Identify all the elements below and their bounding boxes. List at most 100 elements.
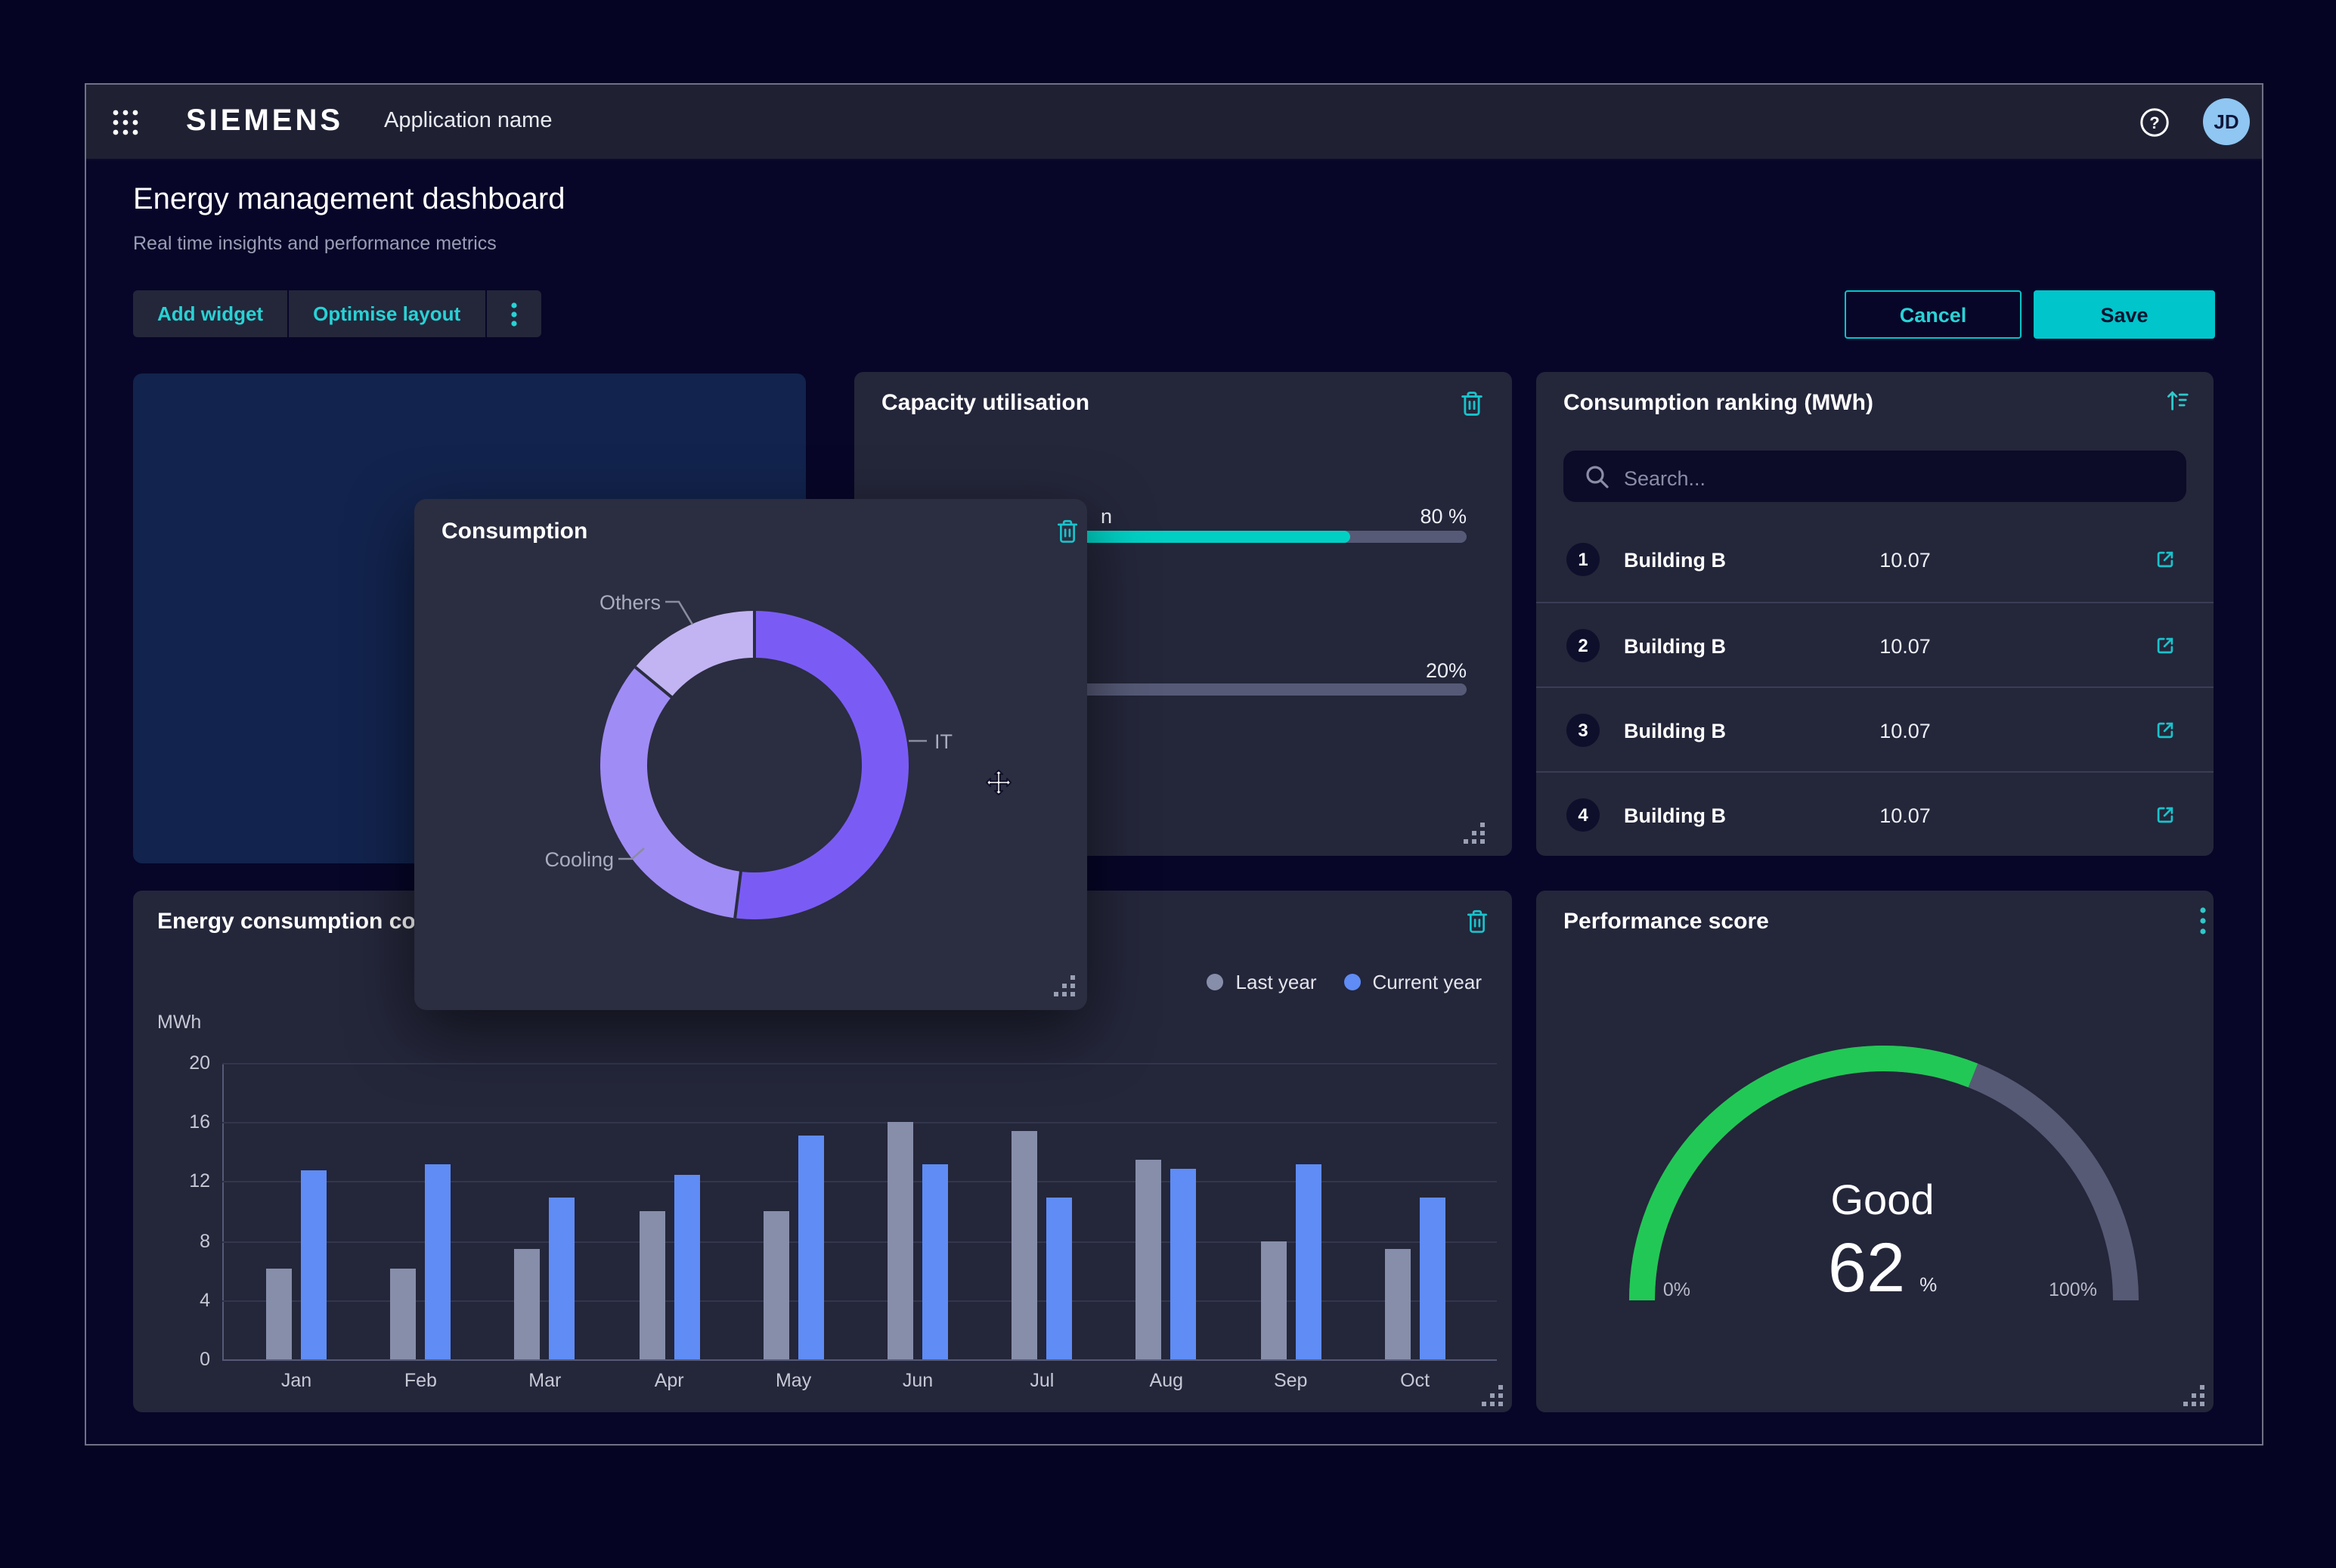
consumption-value: 10.07 — [1814, 549, 1996, 572]
rank-badge: 1 — [1566, 543, 1600, 576]
x-tick-label: Sep — [1245, 1370, 1336, 1391]
y-tick-label: 12 — [165, 1171, 210, 1192]
bar — [888, 1122, 913, 1359]
x-tick-label: Oct — [1370, 1370, 1461, 1391]
resize-handle[interactable] — [2183, 1385, 2204, 1406]
app-bar: SIEMENS Application name ? JD — [86, 85, 2262, 160]
x-tick-label: Aug — [1121, 1370, 1212, 1391]
resize-handle[interactable] — [1464, 823, 1485, 844]
consumption-value: 10.07 — [1814, 720, 1996, 742]
bar — [1171, 1168, 1197, 1359]
rank-badge: 4 — [1566, 798, 1600, 832]
x-axis-line — [222, 1359, 1497, 1361]
progress-label-fragment: n — [1101, 505, 1122, 528]
gauge-unit: % — [1919, 1273, 1937, 1296]
y-axis-line — [222, 1063, 224, 1359]
bar — [1260, 1241, 1286, 1359]
donut-label-others: Others — [537, 591, 661, 614]
x-tick-label: Jun — [872, 1370, 963, 1391]
x-tick-label: Feb — [375, 1370, 466, 1391]
optimise-layout-button[interactable]: Optimise layout — [289, 290, 486, 337]
x-tick-label: Jul — [996, 1370, 1087, 1391]
save-button[interactable]: Save — [2034, 290, 2215, 339]
y-tick-label: 4 — [165, 1290, 210, 1311]
building-name: Building B — [1624, 549, 1726, 572]
external-link-icon[interactable] — [2153, 634, 2177, 658]
bar — [1136, 1159, 1162, 1359]
widget-title: Capacity utilisation — [881, 390, 1089, 416]
bar — [1420, 1198, 1445, 1359]
bar — [798, 1136, 824, 1359]
cancel-button[interactable]: Cancel — [1845, 290, 2022, 339]
sort-icon[interactable] — [2162, 387, 2189, 414]
donut-label-cooling: Cooling — [522, 848, 614, 871]
dashboard-screen: SIEMENS Application name ? JD Energy man… — [0, 0, 2336, 1568]
avatar[interactable]: JD — [2203, 98, 2250, 145]
bar — [515, 1248, 541, 1359]
rank-badge: 2 — [1566, 629, 1600, 662]
bar — [425, 1164, 451, 1359]
application-name: Application name — [384, 109, 553, 133]
add-widget-button[interactable]: Add widget — [133, 290, 289, 337]
consumption-widget-dragging[interactable]: Consumption Others IT Cooling — [414, 499, 1087, 1010]
bar — [764, 1211, 789, 1359]
external-link-icon[interactable] — [2153, 547, 2177, 572]
bar — [301, 1170, 327, 1359]
gridline — [222, 1122, 1497, 1123]
kebab-icon — [501, 300, 525, 327]
resize-handle[interactable] — [1482, 1385, 1503, 1406]
table-row: 3 Building B 10.07 — [1536, 686, 2214, 773]
donut-label-it: IT — [934, 730, 953, 753]
progress-value: 80 % — [1285, 505, 1467, 528]
ranking-list: 1 Building B 10.07 2 Building B 10.07 3 Buildin… — [1536, 517, 2214, 856]
widget-title: Consumption ranking (MWh) — [1563, 390, 1873, 416]
building-name: Building B — [1624, 804, 1726, 827]
page-subtitle: Real time insights and performance metri… — [133, 233, 497, 254]
dashboard-toolbar: Add widget Optimise layout — [133, 290, 541, 337]
performance-score-widget: Performance score 0% 100% Good 62 % — [1536, 891, 2214, 1412]
siemens-logo: SIEMENS — [186, 104, 343, 139]
gauge-chart — [1536, 891, 2214, 1412]
gauge-value: 62 % — [1709, 1226, 2056, 1308]
external-link-icon[interactable] — [2153, 718, 2177, 742]
resize-handle[interactable] — [1054, 975, 1075, 996]
building-name: Building B — [1624, 720, 1726, 742]
consumption-value: 10.07 — [1814, 804, 1996, 827]
y-axis-unit: MWh — [157, 1012, 203, 1033]
bar — [1295, 1164, 1321, 1359]
rank-badge: 3 — [1566, 714, 1600, 747]
help-icon[interactable]: ? — [2138, 106, 2171, 139]
bar — [266, 1269, 292, 1359]
bar — [1046, 1198, 1072, 1359]
bar — [639, 1211, 665, 1359]
move-cursor-icon — [984, 768, 1013, 797]
toolbar-more-button[interactable] — [486, 290, 541, 337]
app-launcher-icon[interactable] — [110, 107, 141, 138]
x-tick-label: May — [748, 1370, 839, 1391]
consumption-value: 10.07 — [1814, 635, 1996, 658]
progress-value: 20% — [1285, 659, 1467, 682]
table-row: 1 Building B 10.07 — [1536, 517, 2214, 602]
trash-icon[interactable] — [1458, 389, 1486, 417]
gauge-score: 62 — [1828, 1228, 1905, 1306]
search-icon — [1585, 464, 1610, 490]
bar — [922, 1164, 948, 1359]
bar — [550, 1198, 575, 1359]
svg-text:?: ? — [2149, 113, 2159, 132]
table-row: 4 Building B 10.07 — [1536, 771, 2214, 856]
page-title: Energy management dashboard — [133, 183, 565, 218]
x-tick-label: Jan — [251, 1370, 342, 1391]
bar — [1385, 1248, 1411, 1359]
x-tick-label: Apr — [624, 1370, 714, 1391]
donut-leader-lines — [414, 499, 1087, 1010]
x-tick-label: Mar — [500, 1370, 590, 1391]
external-link-icon[interactable] — [2153, 803, 2177, 827]
gridline — [222, 1063, 1497, 1064]
y-tick-label: 20 — [165, 1052, 210, 1074]
y-tick-label: 16 — [165, 1111, 210, 1133]
bar — [674, 1174, 699, 1359]
building-name: Building B — [1624, 635, 1726, 658]
y-tick-label: 8 — [165, 1230, 210, 1251]
search-input[interactable] — [1621, 451, 2171, 505]
bar — [390, 1269, 416, 1359]
